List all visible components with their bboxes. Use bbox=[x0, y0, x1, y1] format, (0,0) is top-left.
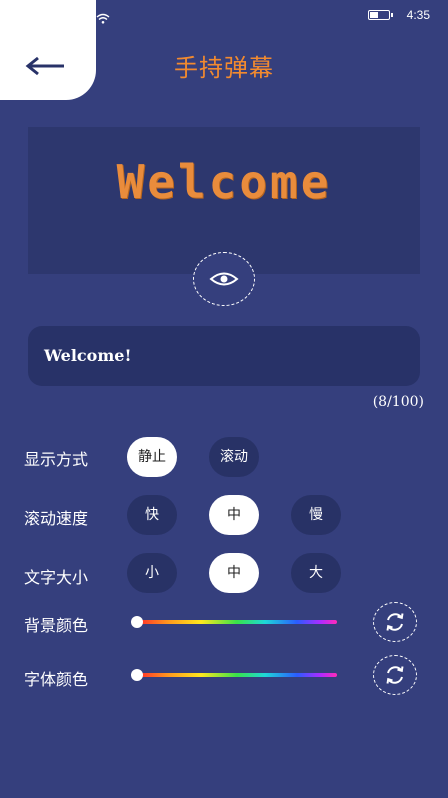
battery-icon bbox=[368, 10, 393, 20]
bg-color-slider[interactable] bbox=[137, 620, 337, 624]
font-size-small-option[interactable]: 小 bbox=[127, 553, 177, 593]
wifi-icon bbox=[96, 9, 110, 28]
font-color-slider-thumb[interactable] bbox=[131, 669, 143, 681]
char-count: (8/100) bbox=[372, 394, 424, 410]
scroll-speed-medium-option[interactable]: 中 bbox=[209, 495, 259, 535]
eye-icon bbox=[209, 272, 239, 286]
bg-color-reset-button[interactable] bbox=[373, 602, 417, 642]
scroll-speed-slow-option[interactable]: 慢 bbox=[291, 495, 341, 535]
preview-eye-button[interactable] bbox=[193, 252, 255, 306]
bg-color-label: 背景颜色 bbox=[24, 616, 89, 635]
battery-fill bbox=[370, 12, 379, 18]
bg-color-slider-thumb[interactable] bbox=[131, 616, 143, 628]
page-title: 手持弹幕 bbox=[174, 54, 274, 82]
font-size-medium-option[interactable]: 中 bbox=[209, 553, 259, 593]
font-color-reset-button[interactable] bbox=[373, 655, 417, 695]
danmaku-text-input[interactable]: Welcome! bbox=[28, 326, 420, 386]
display-mode-static-option[interactable]: 静止 bbox=[127, 437, 177, 477]
refresh-icon bbox=[386, 666, 404, 684]
scroll-speed-fast-option[interactable]: 快 bbox=[127, 495, 177, 535]
refresh-icon bbox=[386, 613, 404, 631]
display-mode-label: 显示方式 bbox=[24, 450, 89, 469]
preview-text: Welcome bbox=[116, 155, 332, 209]
font-size-large-option[interactable]: 大 bbox=[291, 553, 341, 593]
scroll-speed-label: 滚动速度 bbox=[24, 509, 89, 528]
font-color-label: 字体颜色 bbox=[24, 670, 89, 689]
status-time: 4:35 bbox=[406, 8, 430, 22]
font-color-slider[interactable] bbox=[137, 673, 337, 677]
display-mode-scroll-option[interactable]: 滚动 bbox=[209, 437, 259, 477]
font-size-label: 文字大小 bbox=[24, 568, 89, 587]
